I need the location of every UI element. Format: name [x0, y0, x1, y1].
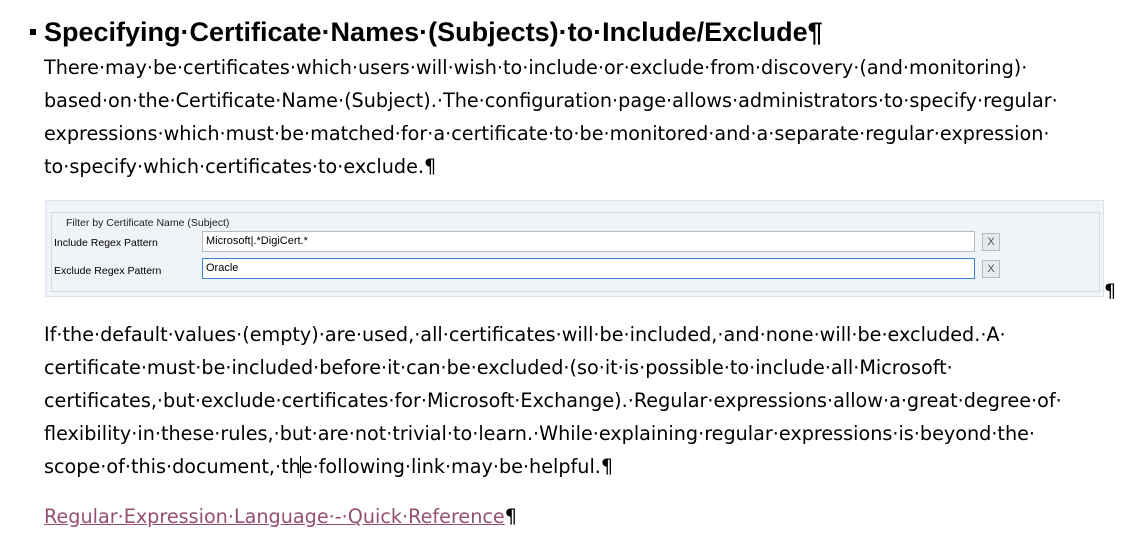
heading-bullet	[30, 29, 36, 35]
paragraph-line: certificates,·but·exclude·certificates·f…	[44, 389, 1062, 412]
include-regex-input[interactable]: Microsoft|.*DigiCert.*	[202, 231, 975, 252]
text-before-caret: scope·of·this·document,·th	[44, 455, 301, 478]
include-regex-label: Include Regex Pattern	[54, 237, 158, 249]
section-heading: Specifying·Certificate·Names·(Subjects)·…	[44, 17, 823, 47]
include-clear-button[interactable]: X	[982, 233, 1000, 251]
paragraph-line: flexibility·in·these·rules,·but·are·not·…	[44, 422, 1036, 445]
paragraph-line: to·specify·which·certificates·to·exclude…	[44, 155, 437, 178]
exclude-regex-input[interactable]: Oracle	[202, 258, 975, 279]
panel-pilcrow: ¶	[1104, 280, 1117, 302]
paragraph-line-last[interactable]: scope·of·this·document,·the·following·li…	[44, 450, 1062, 483]
paragraph-line: based·on·the·Certificate·Name·(Subject).…	[44, 89, 1058, 112]
filter-groupbox: Filter by Certificate Name (Subject)	[51, 212, 1100, 292]
paragraph-line: expressions·which·must·be·matched·for·a·…	[44, 122, 1050, 145]
paragraph-line: There·may·be·certificates·which·users·wi…	[44, 56, 1028, 79]
reference-link-line: Regular·Expression·Language·-·Quick·Refe…	[44, 500, 517, 533]
regex-reference-link[interactable]: Regular·Expression·Language·-·Quick·Refe…	[44, 505, 505, 528]
filter-screenshot-panel: Filter by Certificate Name (Subject) Inc…	[45, 200, 1104, 297]
exclude-regex-label: Exclude Regex Pattern	[54, 265, 162, 277]
paragraph-line: certificate·must·be·included·before·it·c…	[44, 356, 953, 379]
exclude-clear-button[interactable]: X	[982, 260, 1000, 278]
link-pilcrow: ¶	[504, 505, 517, 528]
paragraph-line: If·the·default·values·(empty)·are·used,·…	[44, 323, 1006, 346]
intro-paragraph: There·may·be·certificates·which·users·wi…	[44, 51, 1058, 183]
text-after-caret: e·following·link·may·be·helpful.¶	[300, 455, 614, 478]
details-paragraph: If·the·default·values·(empty)·are·used,·…	[44, 318, 1062, 483]
filter-group-title: Filter by Certificate Name (Subject)	[64, 217, 232, 229]
